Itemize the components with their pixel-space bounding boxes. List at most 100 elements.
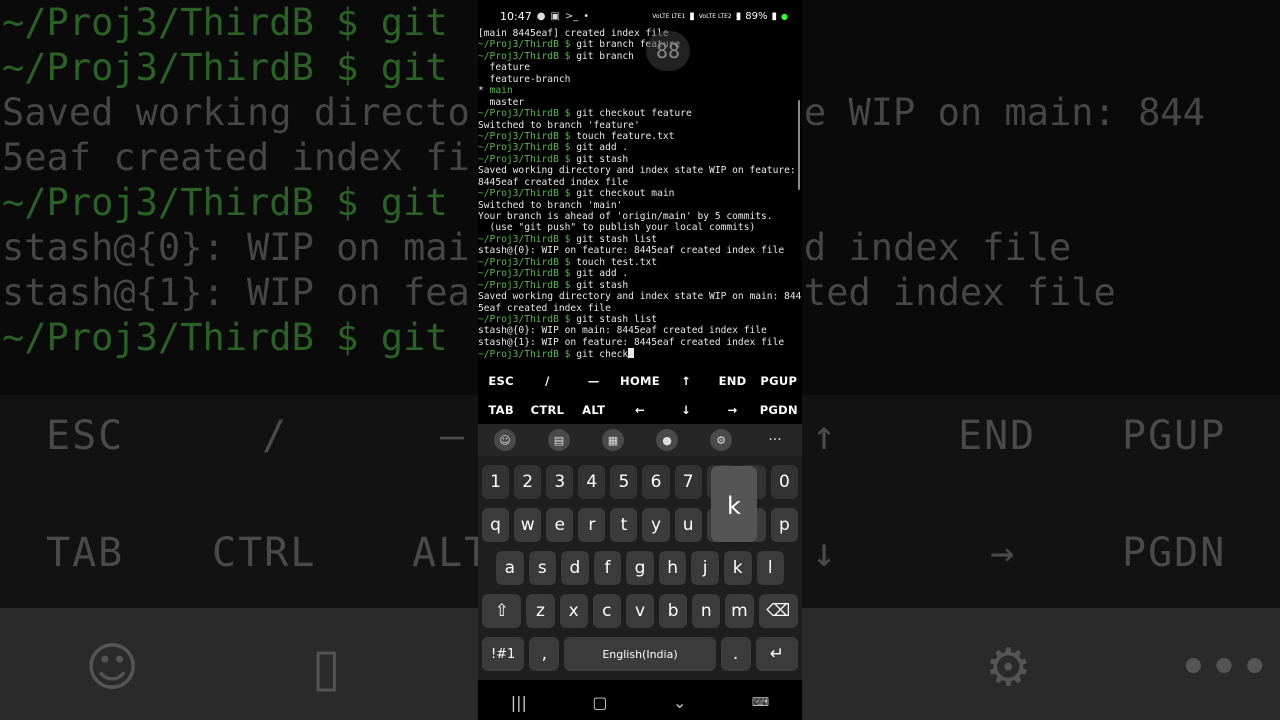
key-3[interactable]: 3 (546, 465, 574, 499)
terminal-line: ~/Proj3/ThirdB $ touch feature.txt (478, 131, 802, 142)
key-t[interactable]: t (610, 508, 638, 542)
extra-key[interactable]: END (709, 374, 755, 388)
key-d[interactable]: d (561, 551, 589, 585)
key-1[interactable]: 1 (482, 465, 510, 499)
key-z[interactable]: z (526, 594, 555, 628)
key-f[interactable]: f (593, 551, 622, 585)
terminal-prompt: ~/Proj3/ThirdB $ (478, 279, 577, 291)
extra-key[interactable]: PGUP (756, 374, 802, 388)
terminal-line: Saved working directory and index state … (478, 291, 802, 302)
bg-clipboard-icon: ▯ (312, 638, 341, 698)
status-dot-icon: ● (781, 11, 788, 21)
gallery-icon: ▣ (550, 10, 560, 22)
key-s[interactable]: s (528, 551, 557, 585)
key-2[interactable]: 2 (514, 465, 542, 499)
terminal-line: * main (478, 85, 802, 96)
key-u[interactable]: u (674, 508, 702, 542)
comma-key[interactable]: , (529, 637, 560, 671)
extra-key[interactable]: → (709, 403, 755, 417)
terminal-line: ~/Proj3/ThirdB $ git stash (478, 154, 802, 165)
key-5[interactable]: 5 (610, 465, 638, 499)
key-g[interactable]: g (626, 551, 654, 585)
gear-icon[interactable]: ⚙ (710, 429, 732, 451)
extra-key[interactable]: TAB (478, 403, 524, 417)
backspace-key[interactable]: ⌫ (758, 594, 798, 628)
battery-icon: ▮ (771, 10, 778, 22)
extra-key[interactable]: ESC (478, 374, 524, 388)
key-k[interactable]: k (723, 551, 752, 585)
key-r[interactable]: r (578, 508, 606, 542)
terminal-cursor (628, 348, 635, 359)
shift-key[interactable]: ⇧ (482, 594, 522, 628)
mic-icon[interactable]: ● (656, 429, 678, 451)
extra-key[interactable]: CTRL (524, 403, 570, 417)
overlay-badge: 88 (646, 31, 690, 71)
emoji-icon[interactable]: ☺ (494, 429, 516, 451)
key-v[interactable]: v (625, 594, 655, 628)
space-key[interactable]: English(India) (564, 637, 716, 671)
key-a[interactable]: a (496, 551, 524, 585)
clipboard-icon[interactable]: ▤ (548, 429, 570, 451)
key-preview-popup: k (711, 466, 757, 542)
extra-key[interactable]: / (524, 374, 570, 388)
terminal-text: git stash (576, 279, 629, 291)
key-7[interactable]: 7 (674, 465, 702, 499)
back-icon[interactable]: ⌄ (673, 693, 686, 712)
terminal-line: ~/Proj3/ThirdB $ git stash list (478, 234, 802, 245)
symbols-key[interactable]: !#1 (482, 637, 525, 671)
key-b[interactable]: b (659, 594, 688, 628)
bg-key: — (440, 413, 467, 459)
terminal-line: feature (478, 62, 802, 73)
terminal-prompt: ~/Proj3/ThirdB $ (478, 50, 577, 62)
terminal-scrollbar[interactable] (798, 100, 800, 190)
key-h[interactable]: h (658, 551, 687, 585)
extra-key[interactable]: PGDN (756, 403, 802, 417)
period-key[interactable]: . (720, 637, 751, 671)
terminal-prompt: ~/Proj3/ThirdB $ (478, 313, 577, 325)
key-p[interactable]: p (770, 508, 798, 542)
terminal-prompt: ~/Proj3/ThirdB $ (478, 108, 577, 120)
extra-key[interactable]: ← (617, 403, 663, 417)
key-0[interactable]: 0 (770, 465, 798, 499)
key-q[interactable]: q (482, 508, 510, 542)
more-icon[interactable]: ··· (764, 429, 786, 451)
extra-key[interactable]: ↓ (663, 403, 709, 417)
terminal-line: master (478, 97, 802, 108)
extra-key[interactable]: ALT (571, 403, 617, 417)
bg-gear-icon: ⚙ (985, 638, 1032, 698)
terminal-line: ~/Proj3/ThirdB $ git branch feature (478, 39, 802, 50)
enter-key[interactable]: ↵ (755, 637, 798, 671)
terminal-text: feature-branch (478, 73, 571, 85)
key-n[interactable]: n (692, 594, 721, 628)
bg-key: / (262, 413, 289, 459)
terminal-line: ~/Proj3/ThirdB $ git add . (478, 268, 802, 279)
keyboard-icon[interactable]: ⌨ (752, 695, 769, 709)
key-l[interactable]: l (756, 551, 785, 585)
key-4[interactable]: 4 (578, 465, 606, 499)
extra-key[interactable]: HOME (617, 374, 663, 388)
terminal-output[interactable]: [main 8445eaf] created index file ~/Proj3… (478, 28, 802, 364)
home-icon[interactable]: ▢ (592, 693, 607, 712)
sticker-icon[interactable]: ▦ (602, 429, 624, 451)
terminal-prompt: ~/Proj3/ThirdB $ (478, 153, 577, 165)
key-y[interactable]: y (642, 508, 670, 542)
key-6[interactable]: 6 (642, 465, 670, 499)
key-j[interactable]: j (691, 551, 719, 585)
recent-apps-icon[interactable]: ||| (511, 693, 527, 712)
bg-key: ↑ (812, 413, 839, 459)
terminal-current-input[interactable]: git check (576, 349, 628, 360)
extra-key[interactable]: ↑ (663, 374, 709, 388)
terminal-line: Switched to branch 'main' (478, 200, 802, 211)
terminal-text: git add . (576, 142, 629, 154)
key-c[interactable]: c (592, 594, 621, 628)
key-m[interactable]: m (725, 594, 754, 628)
keyboard-toolbar: ☺ ▤ ▦ ● ⚙ ··· (478, 424, 802, 456)
terminal-line: stash@{0}: WIP on feature: 8445eaf creat… (478, 245, 802, 256)
extra-key[interactable]: — (571, 374, 617, 388)
bg-line: ~/Proj3/ThirdB $ git (2, 316, 448, 359)
terminal-input-line[interactable]: ~/Proj3/ThirdB $ git check (478, 348, 802, 360)
terminal-icon: >_ (564, 10, 579, 22)
key-w[interactable]: w (514, 508, 542, 542)
key-e[interactable]: e (546, 508, 574, 542)
key-x[interactable]: x (559, 594, 588, 628)
